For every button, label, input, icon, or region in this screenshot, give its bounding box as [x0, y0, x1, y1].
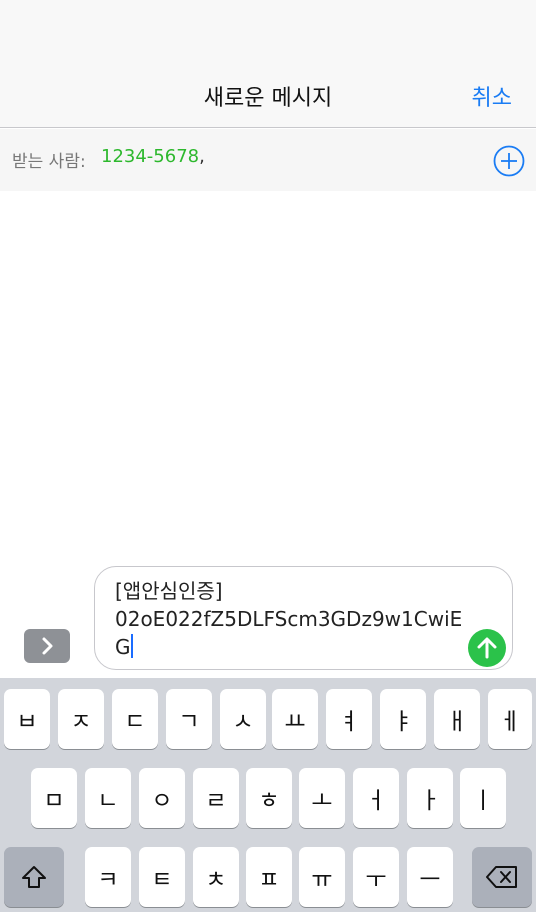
key-row1[interactable]: ㅛ [272, 689, 318, 749]
backspace-key[interactable] [472, 847, 532, 907]
key-row1[interactable]: ㅅ [220, 689, 266, 749]
key-row1[interactable]: ㅐ [434, 689, 480, 749]
shift-key[interactable] [4, 847, 64, 907]
navigation-bar: 새로운 메시지 취소 [0, 0, 536, 128]
key-row2[interactable]: ㄴ [85, 768, 131, 828]
key-row3[interactable]: ㅊ [193, 847, 239, 907]
key-row2[interactable]: ㅇ [139, 768, 185, 828]
key-row3[interactable]: ㅌ [139, 847, 185, 907]
cancel-button[interactable]: 취소 [472, 80, 512, 112]
key-row1[interactable]: ㅂ [4, 689, 50, 749]
recipient-bar: 받는 사람: 1234-5678, [0, 129, 536, 191]
keyboard: ㅂ ㅈ ㄷ ㄱ ㅅ ㅛ ㅕ ㅑ ㅐ ㅔ ㅁ ㄴ ㅇ ㄹ ㅎ ㅗ ㅓ ㅏ ㅣ ㅋ … [0, 678, 536, 912]
backspace-icon [486, 866, 517, 888]
key-row1[interactable]: ㅈ [58, 689, 104, 749]
key-row3[interactable]: ㅋ [85, 847, 131, 907]
key-row1[interactable]: ㄱ [166, 689, 212, 749]
key-row2[interactable]: ㅗ [299, 768, 345, 828]
key-row3[interactable]: ㅠ [299, 847, 345, 907]
text-cursor [130, 634, 133, 658]
expand-apps-button[interactable] [24, 629, 70, 663]
send-button[interactable] [468, 629, 506, 667]
key-row3[interactable]: ㅍ [246, 847, 292, 907]
add-recipient-icon[interactable] [493, 145, 525, 177]
message-input[interactable]: [앱안심인증] 02oE022fZ5DLFScm3GDz9w1CwiEG [94, 566, 513, 670]
key-row3[interactable]: ㅡ [407, 847, 453, 907]
key-row1[interactable]: ㄷ [112, 689, 158, 749]
chevron-right-icon [42, 637, 53, 655]
shift-icon [22, 866, 46, 888]
key-row3[interactable]: ㅜ [353, 847, 399, 907]
key-row1[interactable]: ㅕ [326, 689, 372, 749]
key-row1[interactable]: ㅑ [380, 689, 426, 749]
message-text: [앱안심인증] 02oE022fZ5DLFScm3GDz9w1CwiEG [115, 579, 463, 659]
key-row2[interactable]: ㅣ [460, 768, 506, 828]
key-row2[interactable]: ㅓ [353, 768, 399, 828]
recipient-separator: , [199, 146, 205, 167]
key-row2[interactable]: ㅎ [246, 768, 292, 828]
key-row2[interactable]: ㅁ [31, 768, 77, 828]
recipient-number: 1234-5678 [101, 146, 200, 167]
recipient-label: 받는 사람: [12, 152, 86, 172]
key-row2[interactable]: ㄹ [193, 768, 239, 828]
recipient-chip[interactable]: 1234-5678, [101, 146, 205, 167]
key-row2[interactable]: ㅏ [407, 768, 453, 828]
message-thread [0, 191, 536, 561]
page-title: 새로운 메시지 [203, 86, 333, 111]
key-row1[interactable]: ㅔ [488, 689, 532, 749]
arrow-up-icon [477, 637, 497, 659]
